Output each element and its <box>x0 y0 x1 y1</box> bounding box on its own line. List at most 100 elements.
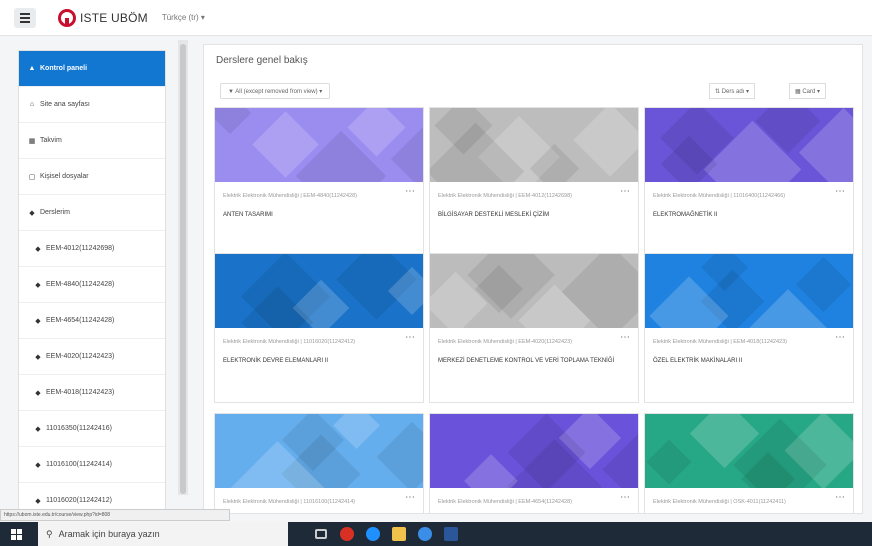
sidebar-item[interactable]: ▢ Kişisel dosyalar <box>19 159 165 195</box>
course-category: Elektrik Elektronik Mühendisliği | EEM-4… <box>653 339 788 345</box>
more-options-icon[interactable]: ⋯ <box>405 492 415 503</box>
sidebar-scroll-thumb[interactable] <box>180 44 186 494</box>
more-options-icon[interactable]: ⋯ <box>620 186 630 197</box>
start-button[interactable] <box>4 522 28 546</box>
sidebar-item[interactable]: ◆ EEM-4012(11242698) <box>19 231 165 267</box>
course-image[interactable] <box>430 414 638 488</box>
course-category: Elektrik Elektronik Mühendisliği | EEM-4… <box>438 339 573 345</box>
windows-logo-icon <box>10 528 22 540</box>
sidebar-item-label: 11016100(11242414) <box>46 461 112 468</box>
site-logo[interactable]: ISTE UBÖM <box>58 8 148 27</box>
status-bar-url: https://ubom.iste.edu.tr/course/view.php… <box>0 509 230 521</box>
view-mode-dropdown[interactable]: ▦ Card ▾ <box>789 83 827 99</box>
course-card[interactable]: Elektrik Elektronik Mühendisliği | 11016… <box>214 253 424 403</box>
course-category: Elektrik Elektronik Mühendisliği | EEM-4… <box>438 193 573 199</box>
pattern-shape <box>573 108 638 177</box>
course-image[interactable] <box>645 414 853 488</box>
pattern-shape <box>215 108 252 135</box>
course-card[interactable]: Elektrik Elektronik Mühendisliği | 11016… <box>644 107 854 257</box>
more-options-icon[interactable]: ⋯ <box>835 492 845 503</box>
course-image[interactable] <box>215 254 423 328</box>
pattern-shape <box>376 421 423 488</box>
file-explorer-icon[interactable] <box>386 522 412 546</box>
course-category: Elektrik Elektronik Mühendisliği | 11016… <box>223 339 356 345</box>
graduation-cap-icon: ◆ <box>35 425 41 433</box>
sidebar-item-label: 11016350(11242416) <box>46 425 112 432</box>
hamburger-line <box>20 12 30 15</box>
sidebar-item[interactable]: ▦ Takvim <box>19 123 165 159</box>
sidebar-item-label: Site ana sayfası <box>40 101 90 108</box>
edge-icon[interactable] <box>360 522 386 546</box>
chrome-icon[interactable] <box>334 522 360 546</box>
course-overview-panel: Derslere genel bakış ▼ All (except remov… <box>203 44 863 514</box>
course-image[interactable] <box>645 108 853 182</box>
course-card[interactable]: Elektrik Elektronik Mühendisliği | EEM-4… <box>429 107 639 257</box>
sidebar-item-label: Derslerim <box>40 209 70 216</box>
course-card[interactable]: Elektrik Elektronik Mühendisliği | EEM-4… <box>429 413 639 513</box>
taskbar-search-box[interactable]: ⚲ Aramak için buraya yazın <box>38 522 288 546</box>
course-card[interactable]: Elektrik Elektronik Mühendisliği | 11016… <box>214 413 424 513</box>
sidebar-item[interactable]: ◆ 11016020(11242412) <box>19 483 165 509</box>
search-icon: ⚲ <box>46 528 53 539</box>
internet-explorer-icon[interactable] <box>412 522 438 546</box>
course-name[interactable]: MERKEZİ DENETLEME KONTROL VE VERİ TOPLAM… <box>438 357 628 367</box>
sidebar-item-label: 11016020(11242412) <box>46 497 112 504</box>
course-name[interactable]: ANTEN TASARIMI <box>223 211 413 221</box>
pattern-shape <box>646 439 692 485</box>
sidebar-item[interactable]: ◆ 11016350(11242416) <box>19 411 165 447</box>
sidebar-item-label: EEM-4840(11242428) <box>46 281 115 288</box>
pattern-shape <box>795 256 852 313</box>
windows-taskbar: ⚲ Aramak için buraya yazın <box>0 522 872 546</box>
course-image[interactable] <box>645 254 853 328</box>
course-category: Elektrik Elektronik Mühendisliği | 11016… <box>653 193 786 199</box>
course-image[interactable] <box>215 414 423 488</box>
graduation-cap-icon: ◆ <box>35 281 41 289</box>
sidebar-item-label: EEM-4020(11242423) <box>46 353 115 360</box>
course-name[interactable]: ELEKTROMAĞNETİK II <box>653 211 843 221</box>
course-category: Elektrik Elektronik Mühendisliği | EEM-4… <box>223 193 358 199</box>
course-name[interactable]: BİLGİSAYAR DESTEKLİ MESLEKİ ÇİZİM <box>438 211 628 221</box>
course-filter-dropdown[interactable]: ▼ All (except removed from view) ▾ <box>220 83 331 99</box>
sidebar-item[interactable]: ◆ EEM-4840(11242428) <box>19 267 165 303</box>
course-card[interactable]: Elektrik Elektronik Mühendisliği | EEM-4… <box>644 253 854 403</box>
course-card[interactable]: Elektrik Elektronik Mühendisliği | EEM-4… <box>429 253 639 403</box>
course-name[interactable]: ÖZEL ELEKTRİK MAKİNALARI II <box>653 357 843 367</box>
course-card[interactable]: Elektrik Elektronik Mühendisliği | OSK-4… <box>644 413 854 513</box>
logo-icon <box>58 8 76 27</box>
graduation-cap-icon: ◆ <box>35 389 41 397</box>
calendar-icon: ▦ <box>28 137 36 145</box>
sidebar-item[interactable]: ◆ EEM-4654(11242428) <box>19 303 165 339</box>
course-category: Elektrik Elektronik Mühendisliği | 11016… <box>223 499 356 505</box>
sidebar-nav: ▲ Kontrol paneli ⌂ Site ana sayfası ▦ Takvim ▢… <box>18 50 166 510</box>
more-options-icon[interactable]: ⋯ <box>405 186 415 197</box>
sidebar-item[interactable]: ◆ EEM-4018(11242423) <box>19 375 165 411</box>
hamburger-line <box>20 16 30 19</box>
sidebar-item[interactable]: ▲ Kontrol paneli <box>19 51 165 87</box>
word-icon[interactable] <box>438 522 464 546</box>
more-options-icon[interactable]: ⋯ <box>620 332 630 343</box>
dashboard-icon: ▲ <box>28 65 36 72</box>
sidebar-item[interactable]: ◆ EEM-4020(11242423) <box>19 339 165 375</box>
task-view-icon[interactable] <box>308 522 334 546</box>
search-placeholder: Aramak için buraya yazın <box>58 529 160 539</box>
course-image[interactable] <box>215 108 423 182</box>
menu-toggle-button[interactable] <box>14 7 36 28</box>
sidebar-item[interactable]: ◆ 11016100(11242414) <box>19 447 165 483</box>
course-image[interactable] <box>430 254 638 328</box>
sidebar-item[interactable]: ⌂ Site ana sayfası <box>19 87 165 123</box>
course-name[interactable]: ELEKTRONİK DEVRE ELEMANLARI II <box>223 357 413 367</box>
graduation-cap-icon: ◆ <box>35 353 41 361</box>
top-navbar: ISTE UBÖM Türkçe (tr) ▾ <box>0 0 872 36</box>
more-options-icon[interactable]: ⋯ <box>835 186 845 197</box>
more-options-icon[interactable]: ⋯ <box>835 332 845 343</box>
graduation-cap-icon: ◆ <box>35 497 41 505</box>
course-image[interactable] <box>430 108 638 182</box>
sidebar-item[interactable]: ◆ Derslerim <box>19 195 165 231</box>
graduation-cap-icon: ◆ <box>35 245 41 253</box>
graduation-cap-icon: ◆ <box>29 209 35 217</box>
sort-dropdown[interactable]: ⇅ Ders adı ▾ <box>709 83 756 99</box>
more-options-icon[interactable]: ⋯ <box>620 492 630 503</box>
course-card[interactable]: Elektrik Elektronik Mühendisliği | EEM-4… <box>214 107 424 257</box>
language-selector[interactable]: Türkçe (tr) ▾ <box>162 13 205 22</box>
more-options-icon[interactable]: ⋯ <box>405 332 415 343</box>
